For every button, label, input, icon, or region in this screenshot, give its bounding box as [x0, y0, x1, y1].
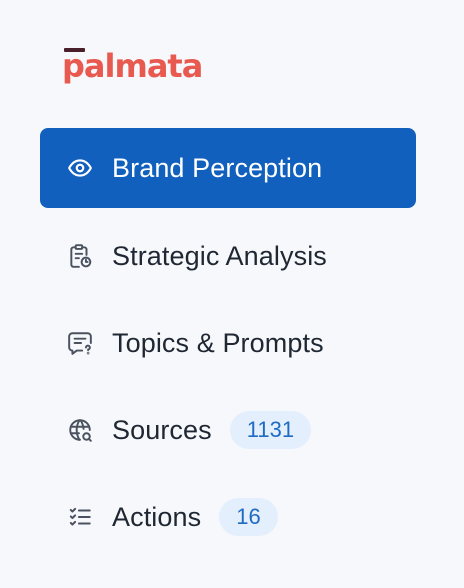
- nav-item-brand-perception[interactable]: Brand Perception: [40, 128, 416, 208]
- nav-item-label: Topics & Prompts: [112, 327, 324, 358]
- nav-item-label: Sources: [112, 414, 212, 445]
- nav-item-topics-prompts[interactable]: Topics & Prompts: [40, 303, 416, 382]
- sources-count-badge: 1131: [229, 410, 312, 449]
- sidebar: palmata Brand Perception Strategic Analy…: [0, 0, 464, 588]
- actions-count-badge: 16: [219, 497, 278, 536]
- clipboard-clock-icon: [66, 242, 94, 270]
- nav-item-strategic-analysis[interactable]: Strategic Analysis: [40, 216, 416, 295]
- nav-item-actions[interactable]: Actions 16: [40, 477, 416, 556]
- nav-item-label: Brand Perception: [112, 153, 323, 183]
- nav-item-label: Strategic Analysis: [112, 240, 327, 271]
- checklist-icon: [66, 503, 94, 531]
- logo-text: palmata: [62, 47, 203, 85]
- nav-item-sources[interactable]: Sources 1131: [40, 390, 416, 469]
- message-question-icon: [66, 329, 94, 357]
- nav-item-label: Actions: [112, 501, 202, 532]
- eye-icon: [66, 154, 94, 182]
- main-nav: Brand Perception Strategic Analysis Topi…: [40, 128, 416, 564]
- globe-search-icon: [66, 416, 94, 444]
